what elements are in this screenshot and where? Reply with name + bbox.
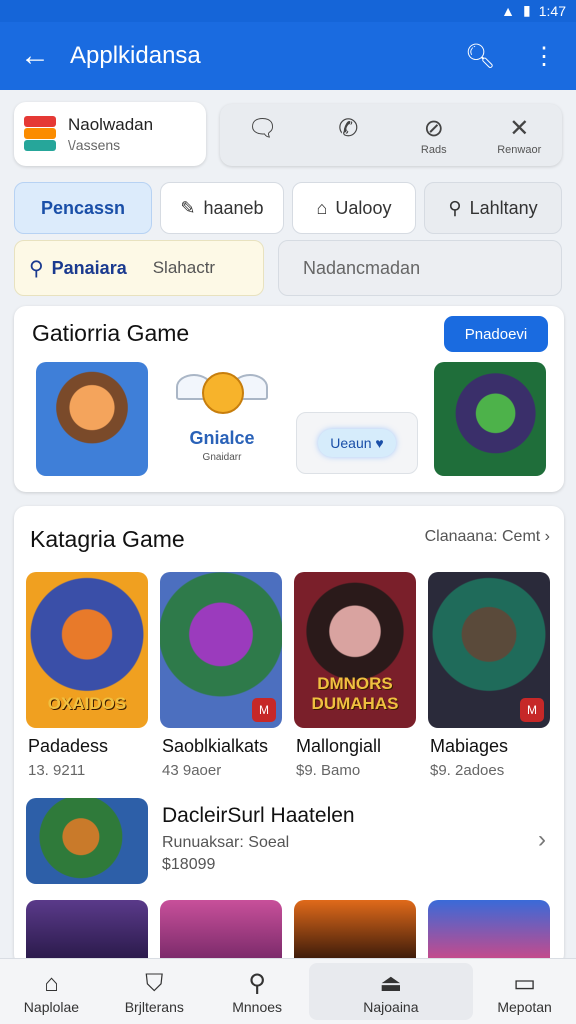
wrench-icon: ⚲ (448, 197, 462, 218)
featured-item-thumb (26, 798, 148, 884)
app-name: Naolwadan (68, 115, 154, 134)
tag-button[interactable]: ⊘ Rads (391, 104, 477, 166)
phone-button[interactable]: ✆ (306, 104, 392, 166)
upload-box[interactable]: Ueaun ♥ (296, 412, 418, 474)
close-label: Renwaor (497, 143, 542, 156)
nav-shield[interactable]: ⛉ Brjlterans (103, 959, 206, 1024)
shield-icon: ⛉ (145, 969, 164, 997)
search-input[interactable]: Nadancmadan (278, 240, 562, 296)
tag-icon: ⌂ (316, 197, 328, 218)
tile-badge: M (252, 698, 276, 722)
game-art-elf[interactable] (434, 362, 546, 476)
status-bar: ▲ ▮ 1:47 (0, 0, 576, 22)
featured-title: Gatiorria Game (32, 320, 190, 346)
page-title: Applkidansa (70, 42, 201, 69)
badge-subtitle: Gnaidarr (202, 452, 242, 463)
quick-actions: 🗨︎ ✆ ⊘ Rads ✕ Renwaor (220, 104, 562, 166)
chip-label: Pencassn (40, 197, 126, 218)
tile-name: Padadess (28, 736, 109, 756)
chat-button[interactable]: 🗨︎ (220, 104, 306, 166)
back-button[interactable]: ← (0, 39, 70, 73)
see-more-link[interactable]: Clanaana: Cemt › (425, 528, 550, 546)
chip-lahltany[interactable]: ⚲ Lahltany (424, 182, 562, 234)
tile-meta: $9. Bamo (296, 762, 361, 779)
game-tile[interactable] (294, 900, 416, 960)
game-badge-art[interactable]: Gnialce Gnaidarr (176, 364, 268, 474)
nav-bookmarks[interactable]: ▭ Mepotan (473, 959, 576, 1024)
upload-pill[interactable]: Ueaun ♥ (318, 429, 396, 457)
chip-pencassn[interactable]: Pencassn (14, 182, 152, 234)
tile-meta: 43 9aoer (162, 762, 222, 779)
category-section: Katagria Game Clanaana: Cemt › OXAIDOS M… (14, 506, 564, 966)
tile-name: Mallongiall (296, 736, 382, 756)
search-icon: ⚲ (248, 969, 266, 997)
close-icon: ✕ (509, 114, 530, 142)
chip-label: Lahltany (469, 197, 538, 218)
search-button[interactable]: 🔍︎ (448, 42, 512, 71)
bottom-nav: ⌂ Naplolae ⛉ Brjlterans ⚲ Mnnoes ⏏ Najoa… (0, 958, 576, 1024)
featured-section: Gatiorria Game Pnadoevi Gnialce Gnaidarr… (14, 306, 564, 492)
game-tile[interactable]: M (160, 572, 282, 728)
nav-search[interactable]: ⚲ Mnnoes (206, 959, 309, 1024)
home-icon: ⌂ (44, 969, 59, 997)
chevron-right-icon: › (544, 528, 550, 545)
filter-label: Panaiara (51, 257, 127, 278)
featured-list-item[interactable]: DacleirSurl Haatelen Runuaksar: Soeal $1… (26, 798, 550, 886)
chip-label: Ualooy (335, 197, 392, 218)
status-time: 1:47 (538, 2, 566, 19)
app-subtitle: \/assens (68, 137, 121, 153)
category-title: Katagria Game (30, 526, 185, 552)
featured-item-subtitle: Runuaksar: Soeal (162, 834, 290, 851)
tag-label: Rads (420, 143, 447, 156)
featured-item-price: $18099 (162, 856, 216, 873)
game-tile[interactable] (428, 900, 550, 960)
chip-ualooy[interactable]: ⌂ Ualooy (292, 182, 416, 234)
filter-value: Slahactr (152, 258, 216, 277)
app-info-card[interactable]: Naolwadan \/assens (14, 102, 206, 166)
sun-icon (202, 372, 244, 414)
badge-title: Gnialce (189, 428, 255, 448)
search-icon: 🔍︎ (464, 42, 496, 70)
bell-icon: ⏏ (379, 969, 403, 997)
chat-icon: 🗨︎ (247, 114, 278, 142)
chip-label: haaneb (203, 197, 264, 218)
nav-home[interactable]: ⌂ Naplolae (0, 959, 103, 1024)
featured-button[interactable]: Pnadoevi (444, 316, 548, 352)
tile-name: Mabiages (430, 736, 509, 756)
featured-item-title: DacleirSurl Haatelen (162, 804, 355, 827)
nav-notifications[interactable]: ⏏ Najoaina (308, 963, 474, 1020)
battery-icon: ▮ (523, 2, 531, 18)
pencil-icon: ✎ (180, 197, 196, 218)
chevron-right-icon: › (538, 826, 546, 853)
close-button[interactable]: ✕ Renwaor (477, 104, 563, 166)
arrow-left-icon: ← (20, 39, 50, 72)
app-bar: ← Applkidansa 🔍︎ ⋮ (0, 22, 576, 90)
game-tile[interactable] (160, 900, 282, 960)
tag-icon: ⊘ (423, 114, 444, 142)
menu-button[interactable]: ⋮ (512, 42, 576, 71)
game-art-fox[interactable] (36, 362, 148, 476)
tile-art-text: OXAIDOS (47, 694, 127, 713)
menu-icon: ⋮ (532, 42, 556, 70)
chip-haaneb[interactable]: ✎ haaneb (160, 182, 284, 234)
tile-meta: 13. 9211 (28, 762, 86, 779)
filter-dropdown[interactable]: ⚲ Panaiara Slahactr (14, 240, 264, 296)
tile-name: Saoblkialkats (162, 736, 269, 756)
game-tile[interactable]: DMNORS DUMAHAS (294, 572, 416, 728)
search-icon: ⚲ (29, 257, 44, 280)
phone-icon: ✆ (338, 114, 359, 142)
game-tile[interactable]: M (428, 572, 550, 728)
heart-icon: ♥ (375, 435, 384, 451)
app-logo (24, 116, 56, 152)
tile-art-text: DMNORS DUMAHAS (311, 674, 399, 713)
tile-badge: M (520, 698, 544, 722)
game-tile[interactable]: OXAIDOS (26, 572, 148, 728)
game-tile[interactable] (26, 900, 148, 960)
tile-meta: $9. 2adoes (430, 762, 505, 779)
bookmark-icon: ▭ (513, 969, 536, 997)
signal-icon: ▲ (501, 2, 516, 19)
